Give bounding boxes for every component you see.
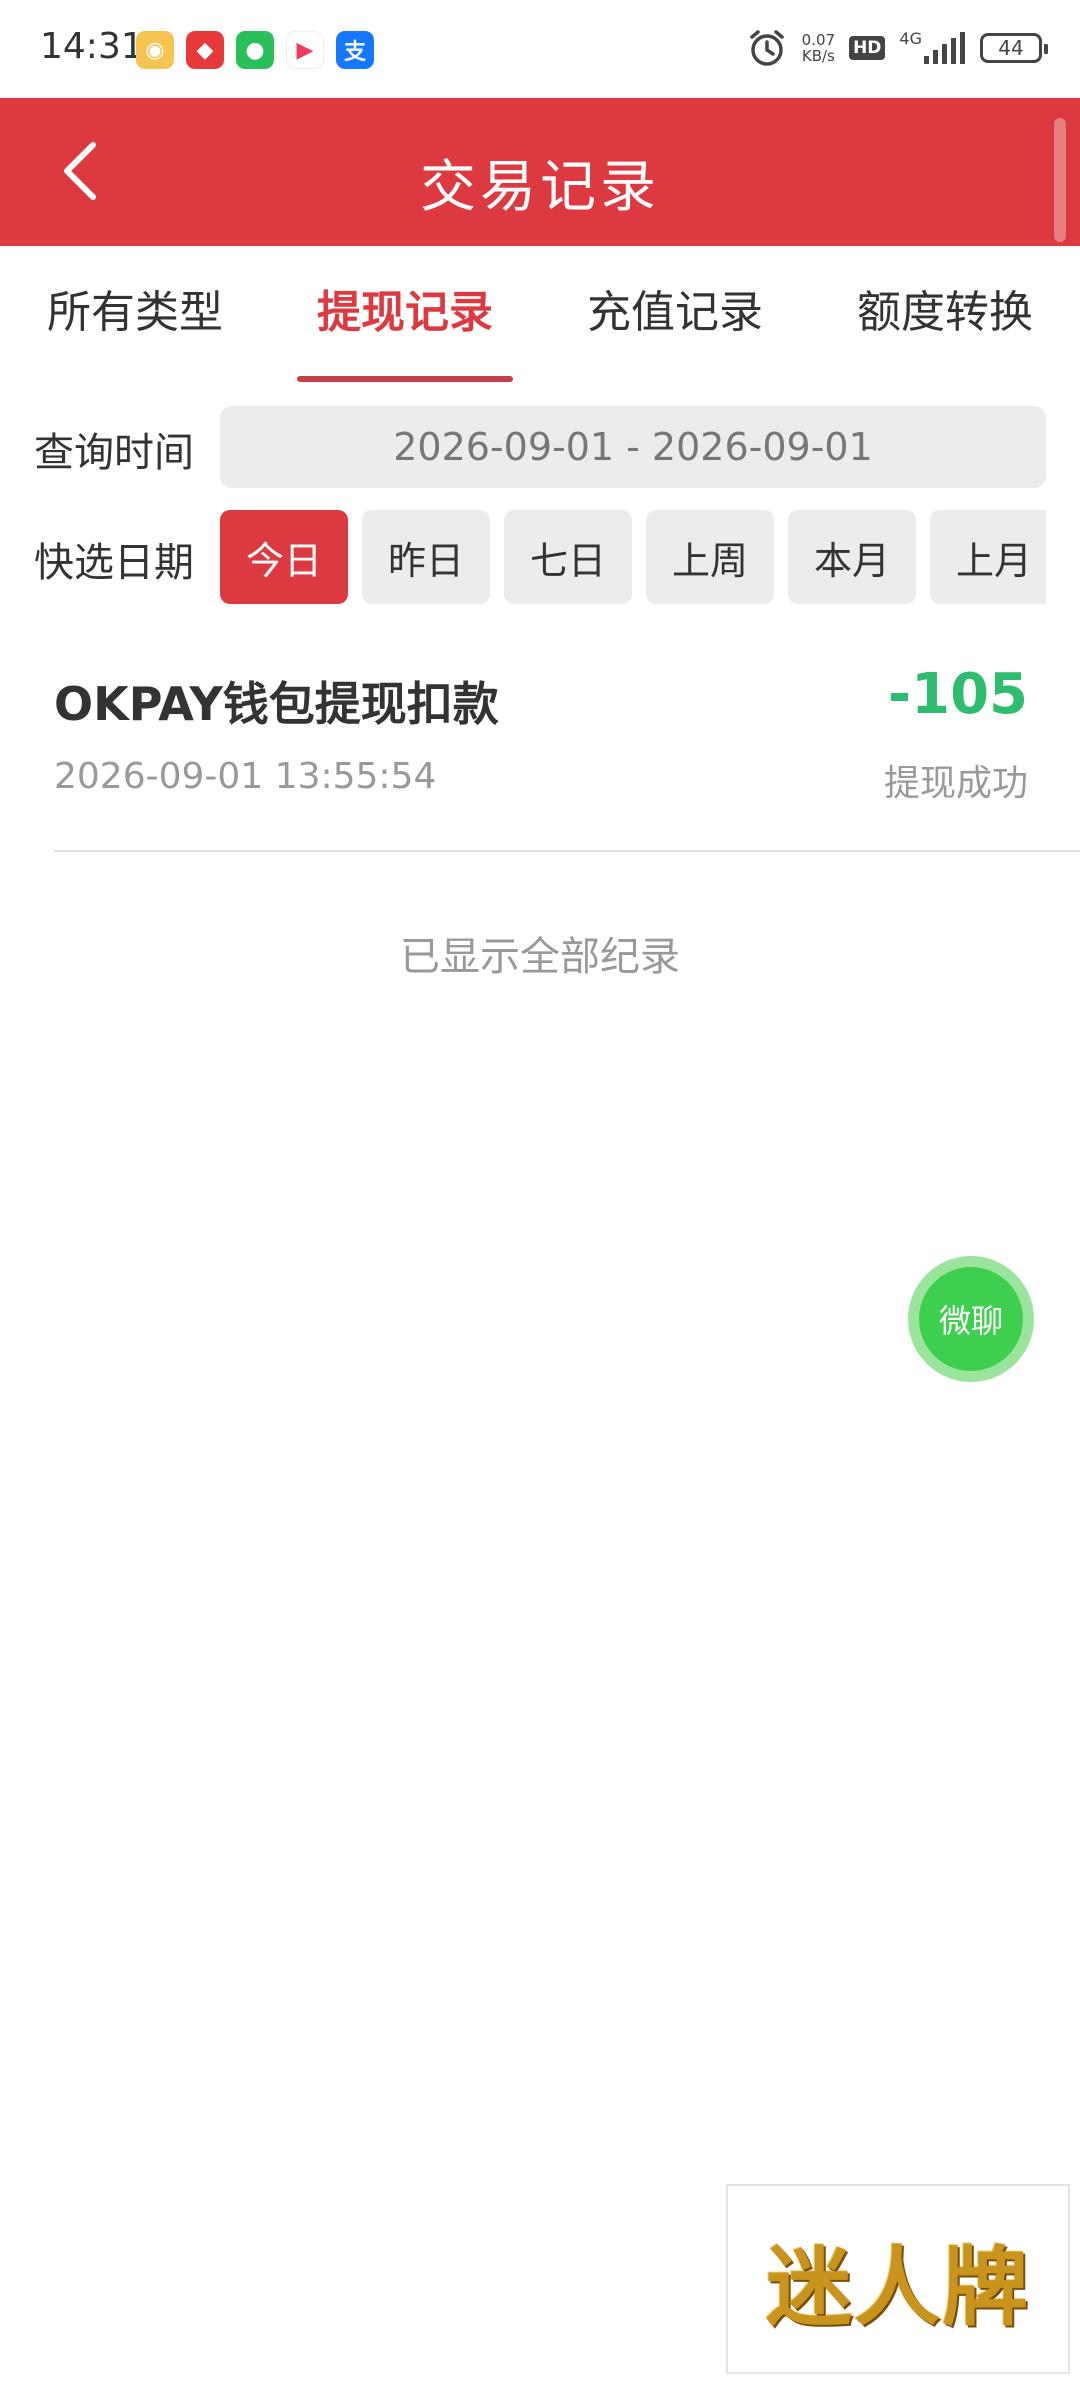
alipay-icon: 支 [336,31,374,69]
query-time-label: 查询时间 [34,430,194,476]
date-range-picker[interactable]: 2026-09-01 - 2026-09-01 [220,406,1046,488]
chip-this-month[interactable]: 本月 [788,510,916,604]
tab-label: 充值记录 [587,287,763,338]
status-bar: 14:31 ◉ ◆ ● ▶ 支 0.07 KB/s HD 4G 44 [0,0,1080,98]
alarm-icon [749,30,784,66]
page-title: 交易记录 [420,155,660,220]
tmall-icon: ◆ [186,31,224,69]
network-speed-unit: KB/s [801,47,835,65]
chat-button-inner: 微聊 [919,1267,1023,1371]
notification-icons: ◉ ◆ ● ▶ 支 [136,31,374,69]
tab-all-types[interactable]: 所有类型 [0,246,270,386]
brand-logo: 迷人牌 [766,2236,1030,2338]
tab-withdrawal-records[interactable]: 提现记录 [270,246,540,386]
type-tabs: 所有类型 提现记录 充值记录 额度转换 [0,246,1080,386]
chat-float-button[interactable]: 微聊 [908,1256,1034,1382]
system-indicators: 0.07 KB/s HD 4G 44 [746,26,1048,70]
quick-date-label: 快选日期 [34,540,194,586]
brand-logo-box: 迷人牌 [726,2184,1070,2374]
record-time: 2026-09-01 13:55:54 [54,756,437,797]
tab-label: 所有类型 [47,287,223,338]
hd-badge: HD [849,36,886,60]
chip-seven-days[interactable]: 七日 [504,510,632,604]
transaction-record[interactable]: OKPAY钱包提现扣款 -105 2026-09-01 13:55:54 提现成… [54,640,1080,852]
record-title: OKPAY钱包提现扣款 [54,677,499,731]
chip-last-week[interactable]: 上周 [646,510,774,604]
chip-last-month[interactable]: 上月 [930,510,1046,604]
app-header: 交易记录 [0,98,1080,246]
network-type: 4G [899,28,922,48]
quick-date-chips: 今日 昨日 七日 上周 本月 上月 [220,510,1046,604]
battery-icon: 44 [980,33,1048,63]
record-status: 提现成功 [883,763,1028,804]
transaction-records-page: 14:31 ◉ ◆ ● ▶ 支 0.07 KB/s HD 4G 44 交易记录 … [0,0,1080,2400]
scroll-indicator [1054,118,1066,242]
battery-level: 44 [998,36,1024,60]
weibo-icon: ◉ [136,31,174,69]
record-amount: -105 [887,662,1028,727]
chat-button-label: 微聊 [938,1302,1003,1340]
chip-yesterday[interactable]: 昨日 [362,510,490,604]
tab-deposit-records[interactable]: 充值记录 [540,246,810,386]
tab-balance-transfer[interactable]: 额度转换 [810,246,1080,386]
video-app-icon: ▶ [286,31,324,69]
network-speed: 0.07 KB/s [802,32,835,64]
wechat-icon: ● [236,31,274,69]
chip-today[interactable]: 今日 [220,510,348,604]
end-of-list-note: 已显示全部纪录 [400,934,680,980]
date-range-value: 2026-09-01 - 2026-09-01 [393,425,873,469]
network-speed-value: 0.07 [801,31,836,49]
tab-label: 额度转换 [857,287,1033,338]
active-tab-indicator [297,376,513,382]
signal-icon [924,32,965,64]
tab-label: 提现记录 [317,287,493,338]
status-time: 14:31 [40,26,144,67]
